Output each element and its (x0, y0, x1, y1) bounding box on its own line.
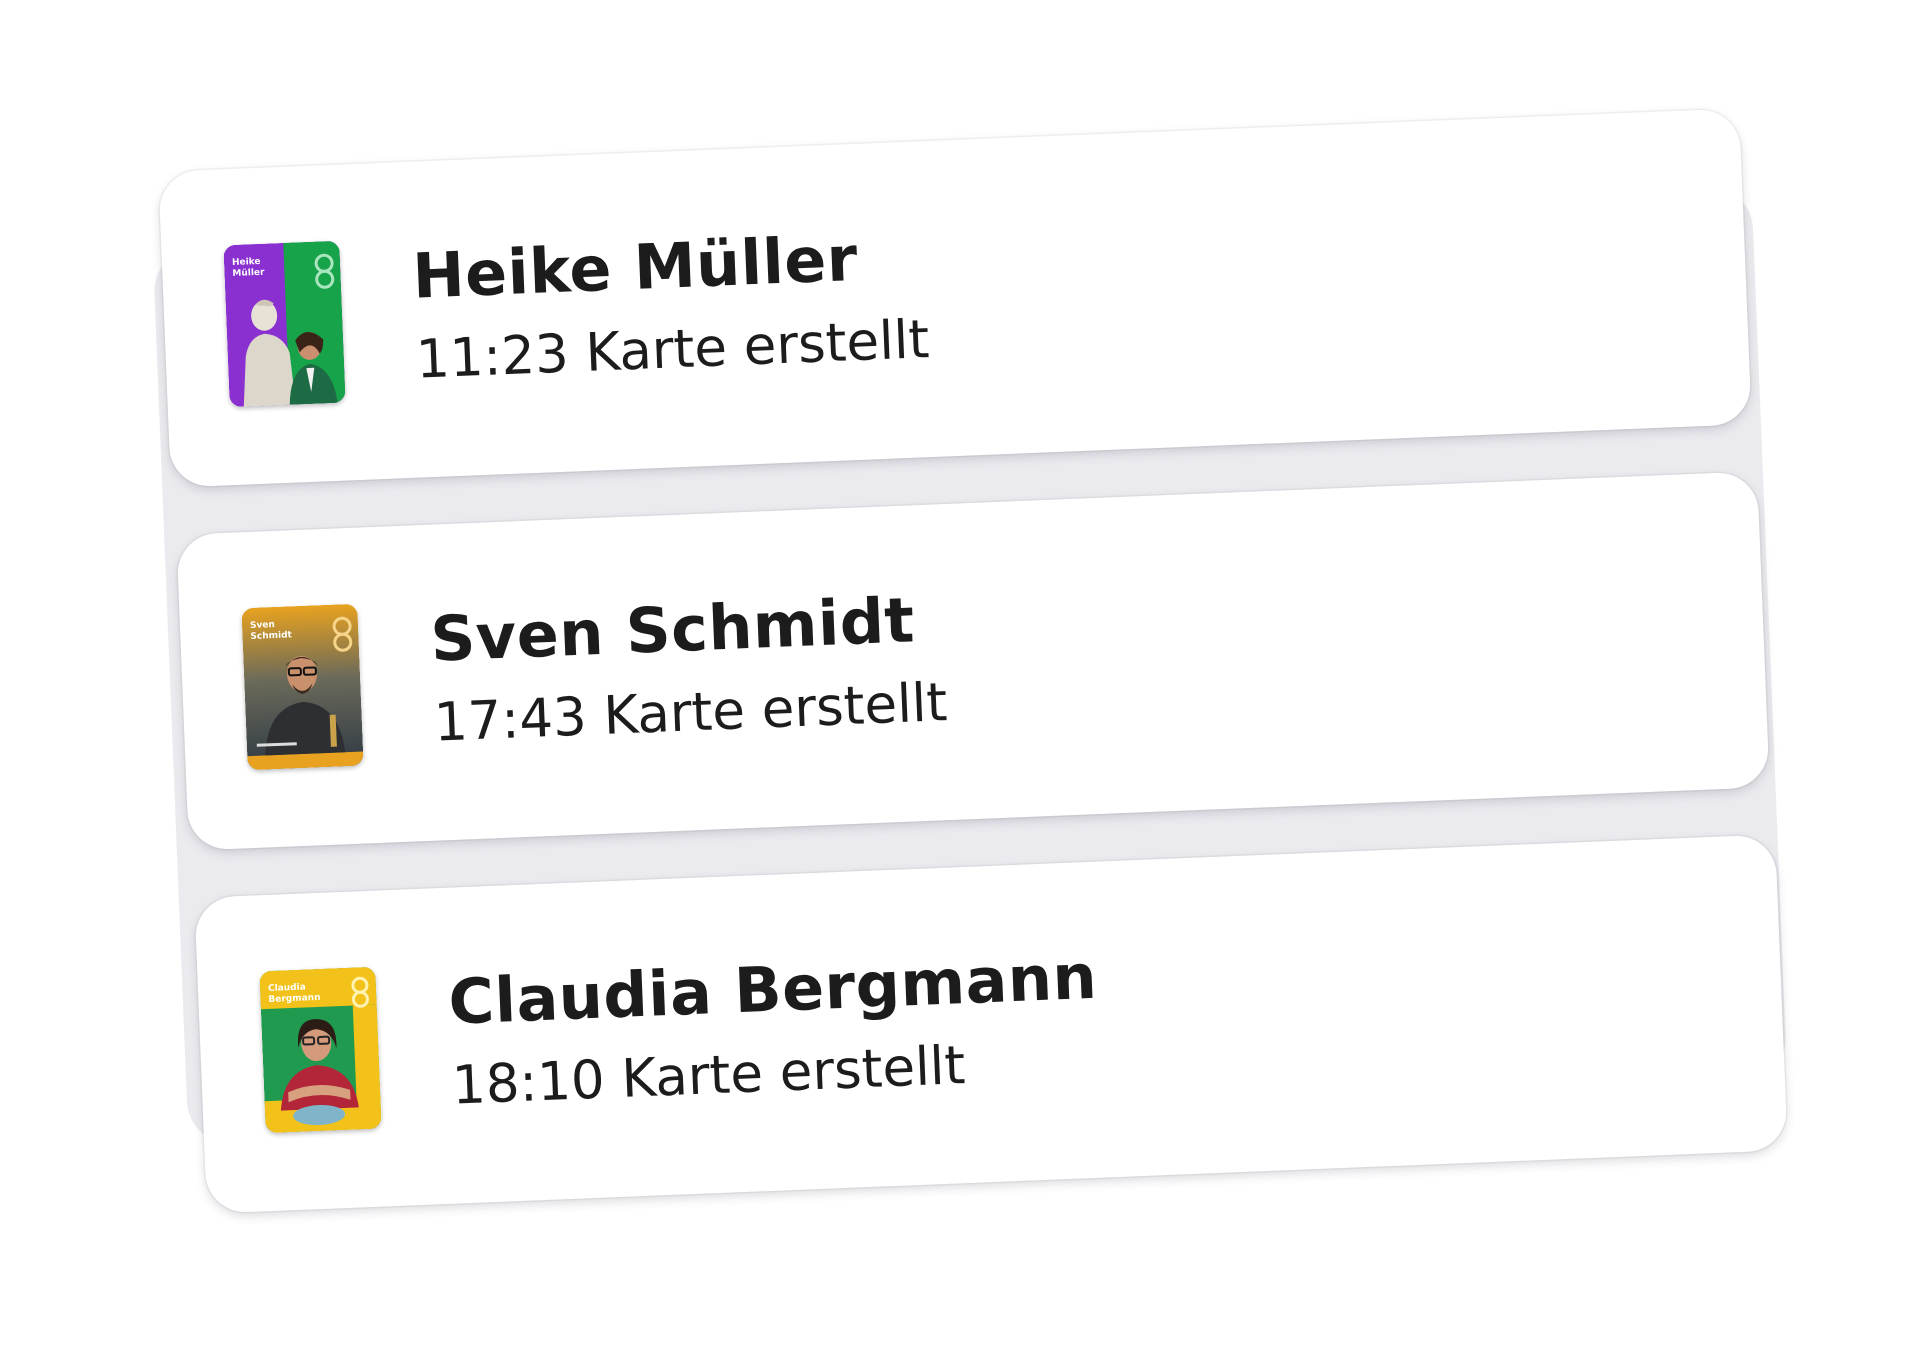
thumbnail-label-line1: Sven (250, 620, 275, 631)
activity-card[interactable]: Claudia Bergmann Claudia Bergmann 18:10 … (194, 834, 1788, 1214)
card-status: 11:23 Karte erstellt (414, 309, 931, 391)
card-status: 17:43 Karte erstellt (432, 672, 949, 754)
card-thumbnail-image: Heike Müller (223, 240, 346, 408)
card-name: Sven Schmidt (429, 583, 917, 676)
thumbnail-label-line2: Bergmann (268, 993, 320, 1005)
activity-card[interactable]: Sven Schmidt Sven Schmidt 17:43 Karte er… (176, 471, 1770, 851)
card-name: Heike Müller (411, 221, 860, 313)
card-thumbnail-image: Claudia Bergmann (259, 966, 382, 1134)
thumbnail-label-line2: Schmidt (250, 630, 292, 642)
card-thumbnail: Sven Schmidt (241, 603, 364, 771)
card-thumbnail: Claudia Bergmann (259, 966, 382, 1134)
activity-feed-illustration: Heike Müller Heike Müller 11:23 Karte er… (0, 0, 1920, 1350)
thumbnail-label-line1: Claudia (268, 982, 306, 994)
card-thumbnail-image: Sven Schmidt (241, 603, 364, 771)
thumbnail-label-line2: Müller (232, 268, 265, 279)
card-list: Heike Müller Heike Müller 11:23 Karte er… (0, 0, 1920, 1350)
activity-card[interactable]: Heike Müller Heike Müller 11:23 Karte er… (158, 108, 1752, 488)
thumbnail-label-line1: Heike (232, 257, 261, 268)
card-status: 18:10 Karte erstellt (450, 1035, 967, 1117)
card-thumbnail: Heike Müller (223, 240, 346, 408)
card-name: Claudia Bergmann (447, 939, 1099, 1039)
